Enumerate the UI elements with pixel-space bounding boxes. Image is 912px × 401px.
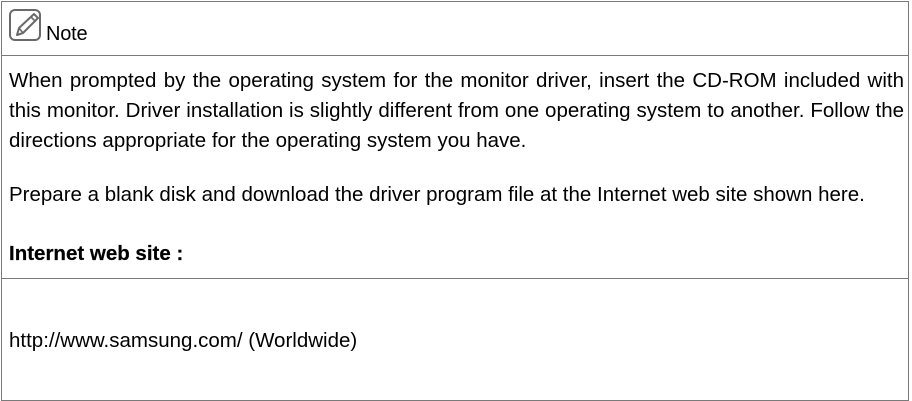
note-box: Note When prompted by the operating syst…	[1, 1, 909, 401]
driver-instructions-paragraph: When prompted by the operating system fo…	[9, 69, 904, 152]
note-title: Note	[46, 23, 88, 45]
note-divider	[2, 55, 908, 56]
website-divider	[2, 278, 908, 279]
website-url[interactable]: http://www.samsung.com/ (Worldwide)	[9, 326, 357, 356]
note-header: Note	[8, 8, 88, 45]
pencil-note-icon	[9, 9, 41, 41]
website-label: Internet web site :	[9, 242, 184, 265]
download-instructions-paragraph: Prepare a blank disk and download the dr…	[9, 183, 865, 206]
